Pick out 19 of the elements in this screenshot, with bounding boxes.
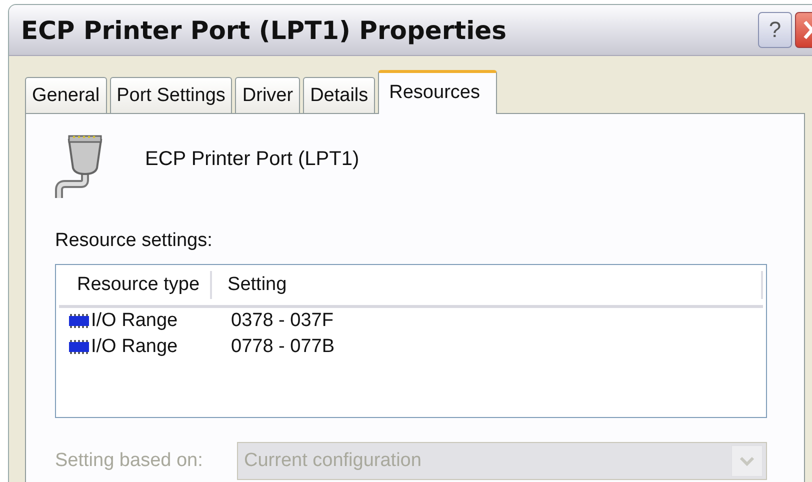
setting-based-on-label: Setting based on: [55, 450, 204, 472]
chip-icon [68, 312, 90, 330]
resource-type[interactable]: I/O Range [91, 336, 231, 358]
chip-icon [68, 338, 90, 356]
caret-icon [731, 445, 763, 477]
column-header[interactable]: Setting [212, 271, 763, 299]
tab[interactable]: Resources [378, 70, 497, 114]
resource-setting[interactable]: 0378 - 037F [231, 310, 334, 332]
help-button[interactable]: ? [758, 12, 792, 48]
tab[interactable]: General [25, 77, 107, 113]
resource-settings-label: Resource settings: [55, 230, 214, 252]
tab[interactable]: Details [303, 77, 376, 113]
resource-setting[interactable]: 0778 - 077B [231, 336, 335, 358]
column-header[interactable]: Resource type [59, 271, 212, 299]
window-title: ECP Printer Port (LPT1) Properties [21, 16, 508, 44]
device-name: ECP Printer Port (LPT1) [145, 148, 360, 170]
tab[interactable]: Port Settings [110, 77, 232, 113]
resource-type[interactable]: I/O Range [91, 310, 231, 332]
tab[interactable]: Driver [235, 77, 300, 113]
